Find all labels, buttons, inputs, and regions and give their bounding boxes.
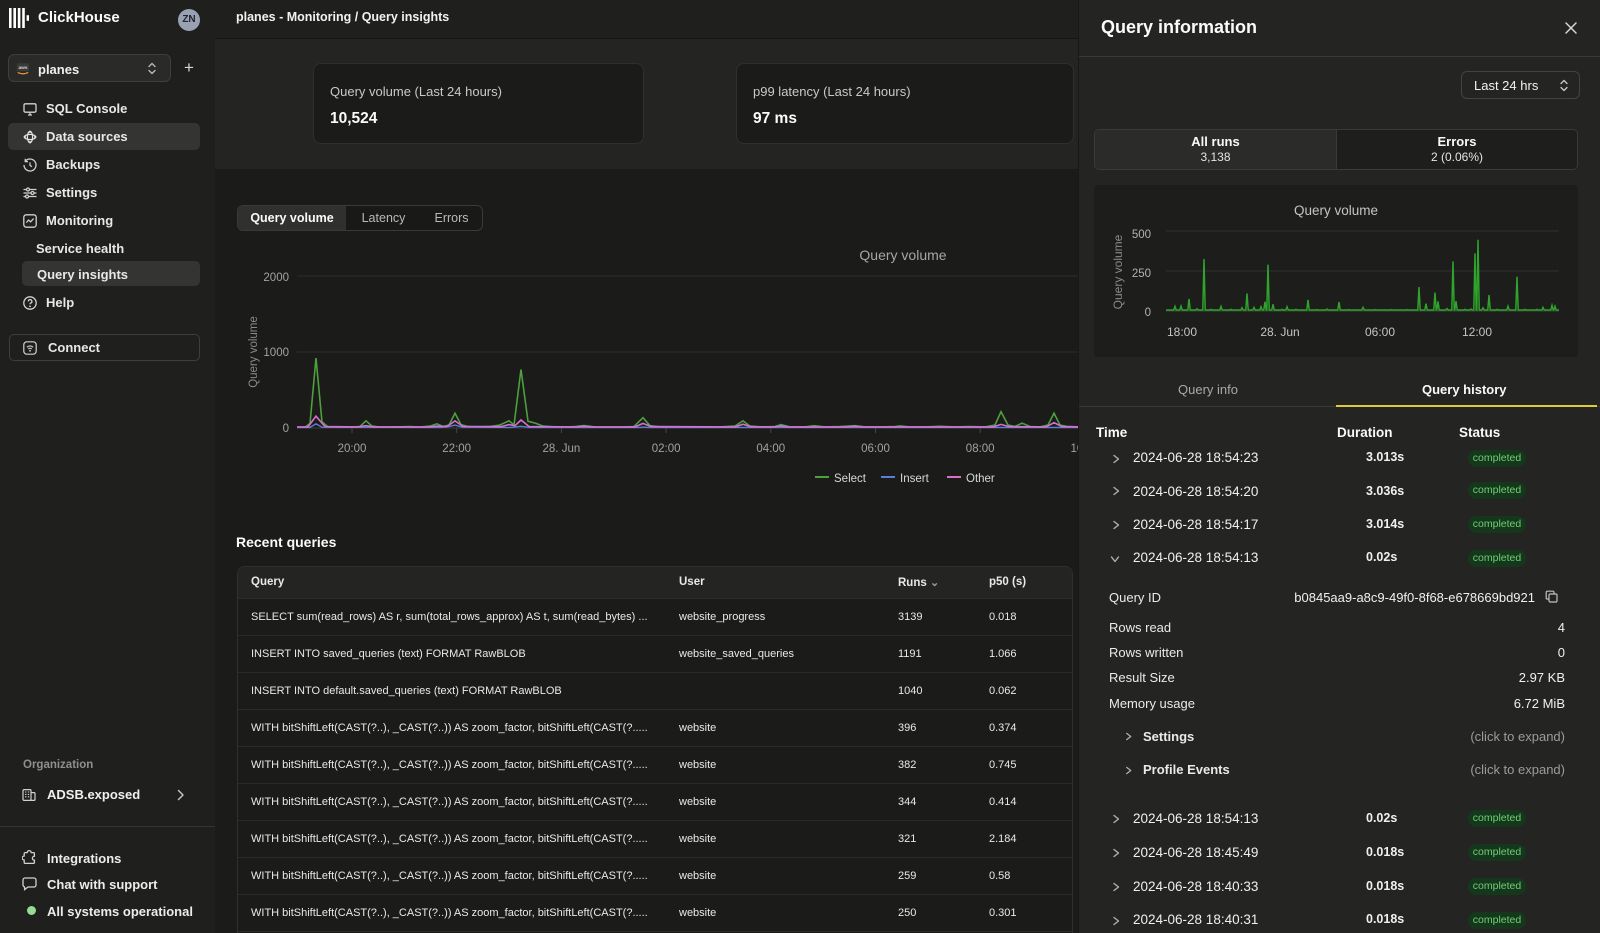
svg-text:02:00: 02:00	[652, 443, 681, 455]
svg-text:2000: 2000	[263, 272, 289, 284]
svg-text:06:00: 06:00	[1365, 325, 1395, 339]
svg-text:18:00: 18:00	[1167, 325, 1197, 339]
svg-text:08:00: 08:00	[966, 443, 995, 455]
svg-text:28. Jun: 28. Jun	[543, 443, 581, 455]
svg-text:Other: Other	[966, 473, 995, 485]
svg-text:Insert: Insert	[900, 473, 930, 485]
svg-text:Select: Select	[834, 473, 867, 485]
svg-text:0: 0	[1145, 307, 1151, 319]
svg-text:500: 500	[1132, 229, 1151, 241]
svg-text:04:00: 04:00	[756, 443, 785, 455]
svg-text:0: 0	[283, 423, 289, 435]
svg-text:Query volume: Query volume	[859, 247, 946, 263]
svg-text:Query volume: Query volume	[248, 316, 260, 388]
svg-text:10:00: 10:00	[1071, 443, 1078, 455]
svg-text:20:00: 20:00	[338, 443, 367, 455]
svg-text:aws: aws	[18, 66, 27, 71]
svg-text:12:00: 12:00	[1462, 325, 1492, 339]
svg-text:1000: 1000	[263, 347, 289, 359]
svg-text:22:00: 22:00	[442, 443, 471, 455]
svg-text:Query volume: Query volume	[1111, 234, 1125, 309]
svg-text:250: 250	[1132, 268, 1151, 280]
svg-text:28. Jun: 28. Jun	[1260, 325, 1299, 339]
svg-text:Query volume: Query volume	[1294, 203, 1378, 218]
svg-text:06:00: 06:00	[861, 443, 890, 455]
